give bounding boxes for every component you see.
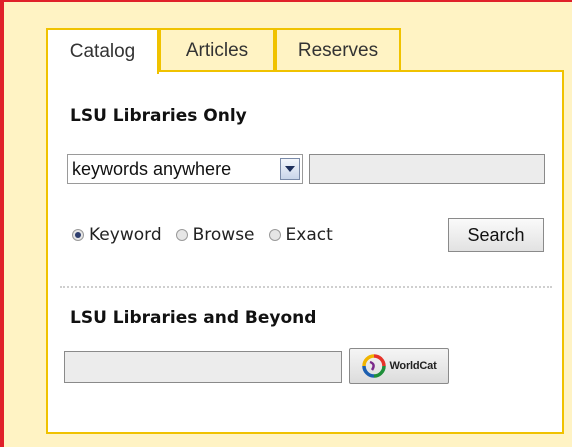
worldcat-search-input[interactable] — [64, 351, 342, 383]
worldcat-button-label: WorldCat — [389, 360, 437, 372]
tab-articles[interactable]: Articles — [159, 28, 275, 71]
worldcat-search-button[interactable]: WorldCat — [349, 348, 449, 384]
radio-button-checked-icon[interactable] — [72, 229, 84, 241]
section-title-lsu-beyond: LSU Libraries and Beyond — [70, 308, 317, 328]
radio-exact-label: Exact — [285, 225, 333, 245]
search-field-select-value: keywords anywhere — [72, 158, 232, 179]
search-widget-frame: Catalog Articles Reserves LSU Libraries … — [0, 0, 572, 447]
search-type-radio-group: Keyword Browse Exact — [72, 222, 347, 248]
tab-catalog[interactable]: Catalog — [46, 28, 159, 74]
radio-exact[interactable]: Exact — [268, 225, 333, 245]
tab-reserves[interactable]: Reserves — [275, 28, 401, 71]
radio-button-icon[interactable] — [175, 229, 188, 241]
radio-keyword[interactable]: Keyword — [72, 225, 162, 245]
section-divider — [60, 286, 552, 288]
radio-keyword-label: Keyword — [89, 225, 162, 245]
radio-button-icon[interactable] — [268, 229, 281, 241]
chevron-down-icon[interactable] — [280, 158, 300, 180]
worldcat-logo-icon — [362, 354, 387, 378]
search-field-select[interactable]: keywords anywhere — [67, 154, 303, 184]
section-title-lsu-only: LSU Libraries Only — [70, 106, 247, 126]
search-button[interactable]: Search — [448, 218, 544, 252]
radio-browse-label: Browse — [192, 225, 255, 245]
radio-browse[interactable]: Browse — [175, 225, 255, 245]
catalog-search-input[interactable] — [309, 154, 545, 184]
catalog-panel: LSU Libraries Only keywords anywhere Key… — [46, 70, 564, 434]
